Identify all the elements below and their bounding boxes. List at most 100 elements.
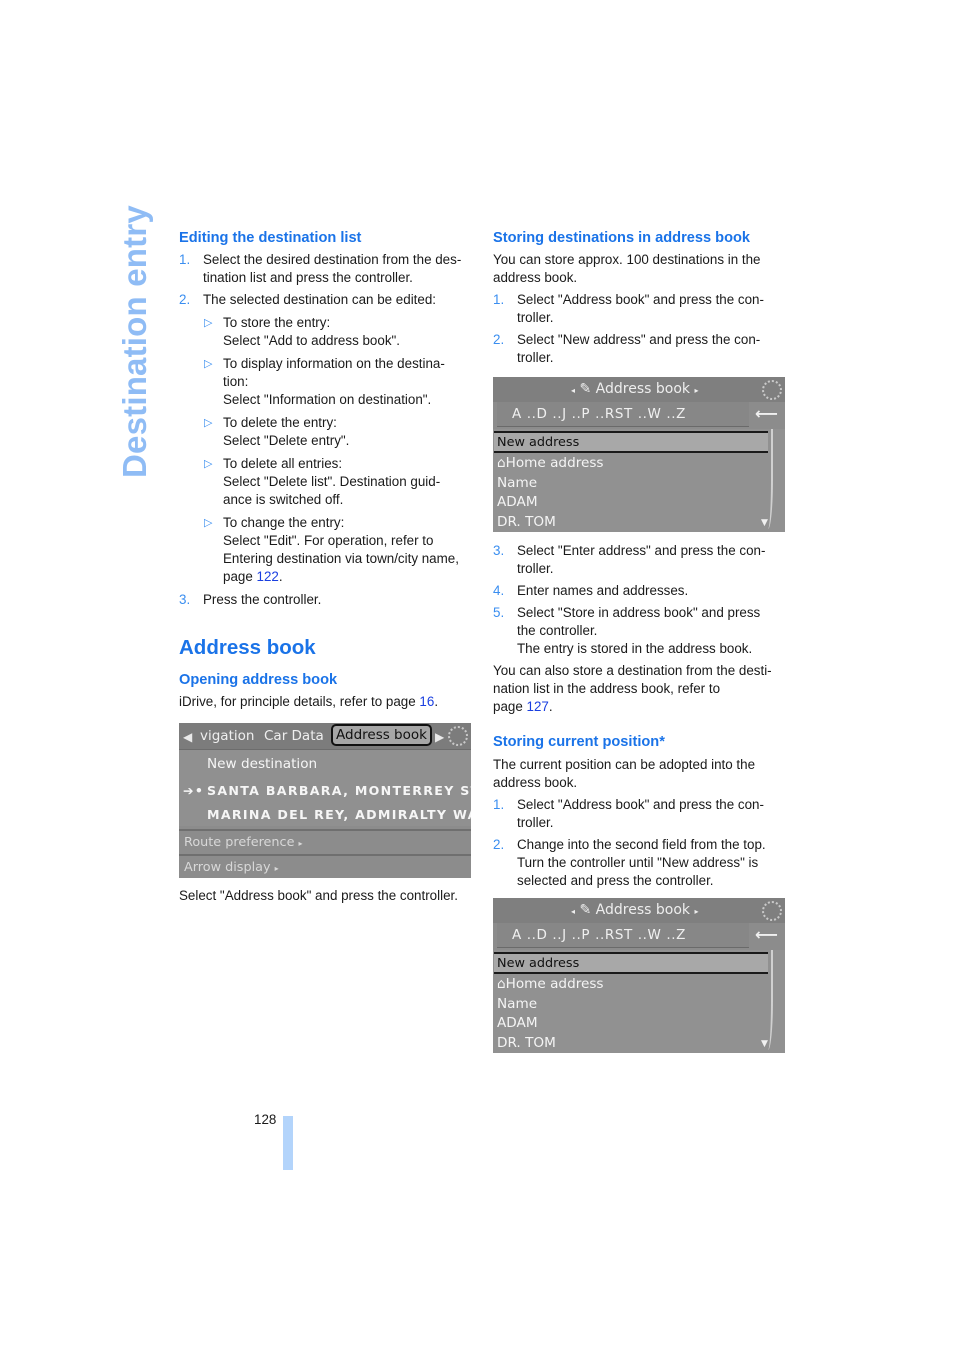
text-line: You can also store a destination from th… <box>493 663 772 678</box>
list-item: New destination <box>207 756 318 772</box>
item-label: Home address <box>505 976 604 992</box>
storing-steps-a: 1. Select "Address book" and press the c… <box>493 291 789 367</box>
menu-tab-bar: ◀ vigation Car Data Address book ▶ <box>179 723 471 749</box>
current-position-heading: Storing current position* <box>493 734 665 750</box>
storing-outro: You can also store a destination from th… <box>493 662 789 716</box>
back-arrow-icon: ⟵ <box>755 404 778 423</box>
option-change: ▷ To change the entry: Select "Edit". Fo… <box>203 514 475 586</box>
current-intro: The current position can be adopted into… <box>493 756 789 792</box>
tab-navigation: vigation <box>200 728 255 744</box>
title-text: Address book <box>595 381 690 397</box>
step-4: 4. Enter names and addresses. <box>493 582 789 600</box>
text-line: troller. <box>517 815 554 830</box>
page-link-127[interactable]: 127 <box>527 699 549 714</box>
text-line: address book. <box>493 270 578 285</box>
page-ref-suffix: . <box>278 569 283 584</box>
alphabet-text: A ..D ..J ..P ..RST ..W ..Z <box>512 927 686 943</box>
text-line: address book. <box>493 775 578 790</box>
item-label: New address <box>497 435 580 450</box>
selected-item: New address <box>494 952 768 974</box>
list-item: DR. TOM <box>497 1035 556 1051</box>
text-line: Select "Information on destination". <box>223 392 432 407</box>
step-1: 1. Select "Address book" and press the c… <box>493 291 789 327</box>
title-text: Address book <box>595 902 690 918</box>
controller-icon <box>448 726 468 746</box>
text-line: Select "New address" and press the con- <box>517 332 761 347</box>
step-1: 1. Select "Address book" and press the c… <box>493 796 789 832</box>
triangle-bullet-icon: ▷ <box>204 458 213 470</box>
list-item: SANTA BARBARA, MONTERREY ST <box>207 783 471 798</box>
tab-car-data: Car Data <box>264 728 324 744</box>
right-column: Storing destinations in address book You… <box>493 229 789 1053</box>
alphabet-bar: A ..D ..J ..P ..RST ..W ..Z <box>497 923 749 948</box>
title: ◂ ✎ Address book ▸ <box>571 380 698 400</box>
list-item: ADAM <box>497 1015 538 1031</box>
text-line: Entering destination via town/city name, <box>223 551 459 566</box>
text-line: To display information on the destina- <box>223 356 445 371</box>
alphabet-bar: A ..D ..J ..P ..RST ..W ..Z <box>497 402 749 427</box>
page-number: 128 <box>254 1112 277 1127</box>
text-line: You can store approx. 100 destinations i… <box>493 252 761 267</box>
step-2: 2. Select "New address" and press the co… <box>493 331 789 367</box>
text-line: troller. <box>517 310 554 325</box>
text-line: page 122. <box>223 568 475 586</box>
text-line: Change into the second field from the to… <box>517 837 766 852</box>
step-number: 2. <box>493 332 505 347</box>
home-icon: ⌂ <box>497 455 506 471</box>
option-label: Route preference <box>184 835 295 850</box>
selected-item: New address <box>494 431 768 453</box>
arrow-right-icon: ▶ <box>435 730 445 744</box>
storing-heading: Storing destinations in address book <box>493 230 751 246</box>
option-arrow-display: Arrow display ▸ <box>184 859 279 878</box>
scroll-down-icon: ▼ <box>761 1039 768 1049</box>
step-3: 3. Press the controller. <box>179 591 475 609</box>
list-item: MARINA DEL REY, ADMIRALTY WA <box>207 807 471 822</box>
address-book-title-bar: ◂ ✎ Address book ▸ <box>493 898 785 923</box>
opening-text: iDrive, for principle details, refer to … <box>179 693 475 711</box>
text-line: tination list and press the controller. <box>203 270 413 285</box>
page-marker-bar <box>283 1116 293 1170</box>
arrow-left-icon: ◂ <box>571 907 576 916</box>
step-5: 5. Select "Store in address book" and pr… <box>493 604 789 658</box>
text-line: nation list in the address book, refer t… <box>493 681 721 696</box>
storing-steps-b: 3. Select "Enter address" and press the … <box>493 542 789 658</box>
text-line: To store the entry: <box>223 315 331 330</box>
address-list: New address ⌂Home address Name ADAM DR. … <box>493 429 785 532</box>
page-link-16[interactable]: 16 <box>419 694 434 709</box>
text: iDrive, for principle details, refer to … <box>179 694 420 709</box>
destination-list: New destination ➔• SANTA BARBARA, MONTER… <box>179 749 471 826</box>
text-line: The entry is stored in the address book. <box>517 641 753 656</box>
step-number: 3. <box>493 543 505 558</box>
text-line: Select "Delete entry". <box>223 433 350 448</box>
scroll-down-icon: ▼ <box>761 518 768 528</box>
triangle-bullet-icon: ▷ <box>204 517 213 529</box>
text-line: Turn the controller until "New address" … <box>517 855 759 870</box>
divider <box>179 829 471 831</box>
text-line: ance is switched off. <box>223 492 344 507</box>
text-line: page 127. <box>493 698 789 716</box>
option-route-preference: Route preference ▸ <box>184 834 303 853</box>
page-link-122[interactable]: 122 <box>257 569 279 584</box>
arrow-left-icon: ◀ <box>183 730 193 744</box>
text-line: Press the controller. <box>203 592 322 607</box>
step-number: 3. <box>179 592 191 607</box>
chapter-title: Destination entry <box>116 205 153 478</box>
opening-address-book-heading: Opening address book <box>179 672 338 688</box>
text-line: the controller. <box>517 623 598 638</box>
step-number: 5. <box>493 605 505 620</box>
text-line: Select the desired destination from the … <box>203 252 462 267</box>
address-book-title-bar: ◂ ✎ Address book ▸ <box>493 377 785 402</box>
list-item: Name <box>497 475 538 491</box>
text-line: The current position can be adopted into… <box>493 757 756 772</box>
list-item: ADAM <box>497 494 538 510</box>
text-line: To delete the entry: <box>223 415 337 430</box>
text-line: Select "Add to address book". <box>223 333 400 348</box>
address-book-screenshot-2: ◂ ✎ Address book ▸ A ..D ..J ..P ..RST .… <box>493 898 785 1053</box>
divider <box>179 854 471 856</box>
editing-steps: 1. Select the desired destination from t… <box>179 251 475 609</box>
controller-icon <box>762 901 782 921</box>
list-item: ⌂Home address <box>497 454 604 472</box>
step-number: 2. <box>179 292 191 307</box>
step-number: 1. <box>493 797 505 812</box>
arrow-right-icon: ▸ <box>694 907 699 916</box>
